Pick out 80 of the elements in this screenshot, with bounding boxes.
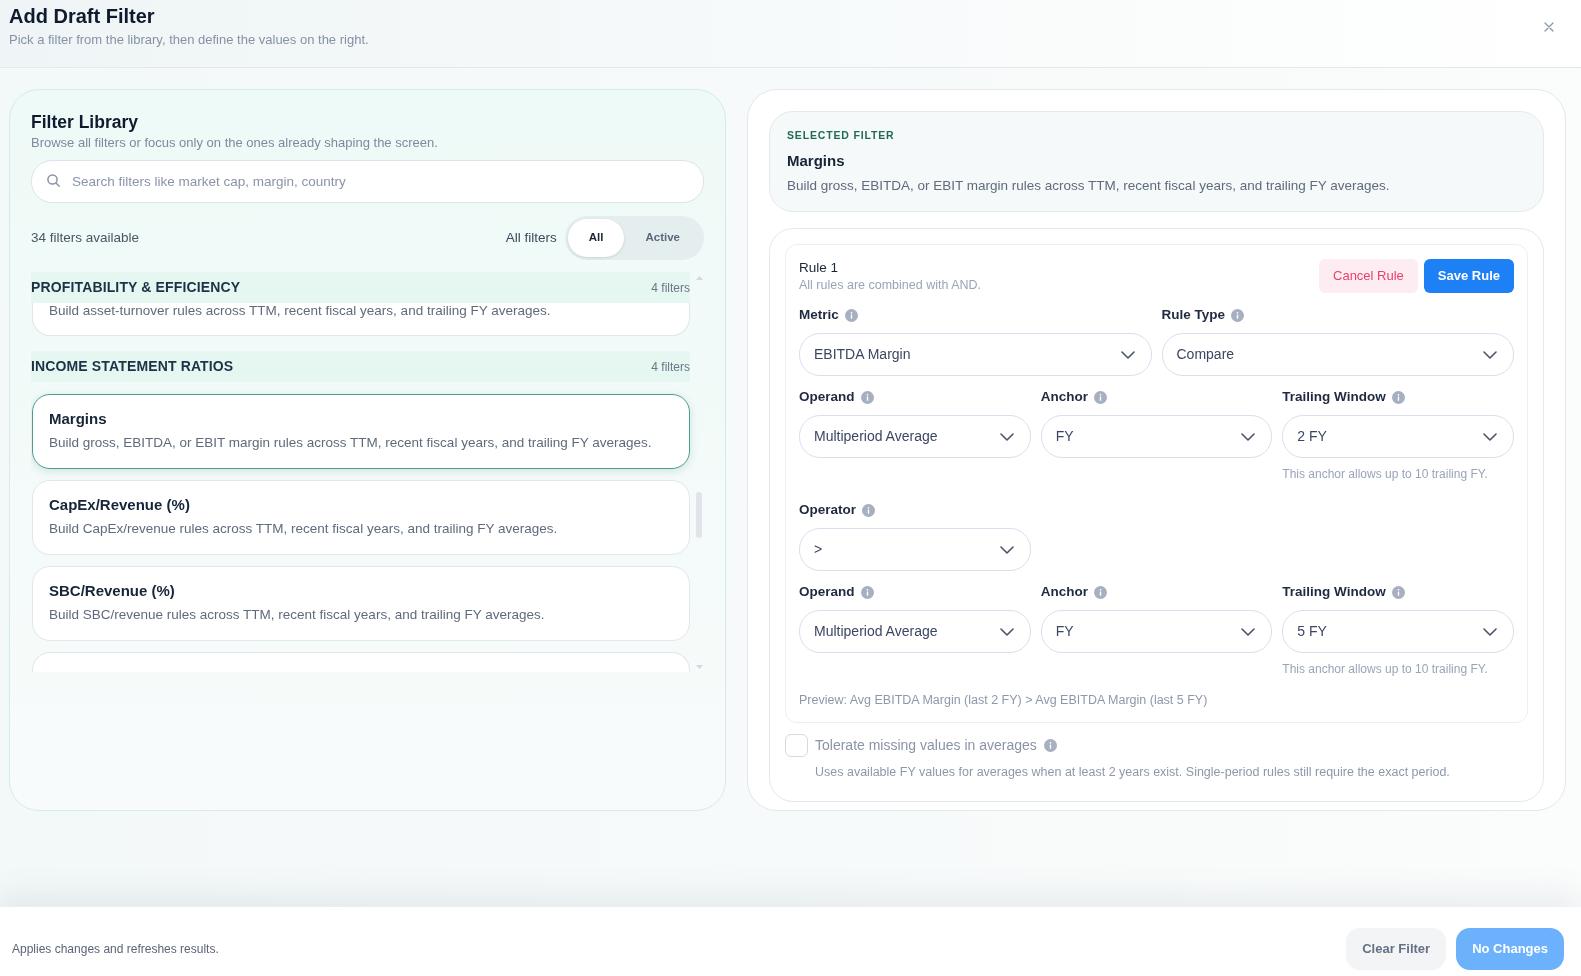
info-icon	[1231, 308, 1244, 322]
scroll-down-arrow-icon[interactable]	[695, 665, 703, 669]
rule-button[interactable]: Save Rule	[1423, 259, 1514, 293]
select-dropdown[interactable]: >	[799, 528, 1031, 571]
select-dropdown[interactable]: FY	[1040, 415, 1273, 458]
select-dropdown[interactable]: Multiperiod Average	[799, 415, 1031, 458]
scope-tab[interactable]: Active	[624, 219, 701, 257]
footer-note: Applies changes and refreshes results.	[12, 941, 219, 958]
field-label: Anchor	[1040, 390, 1088, 404]
checkbox[interactable]	[785, 734, 808, 757]
option-description: Uses available FY values for averages when at least 2 years exist. Single-period rules still require the exact period.	[814, 765, 1451, 779]
scope-tab[interactable]: All	[567, 219, 625, 257]
chevron-down-icon	[1120, 350, 1135, 359]
info-icon	[862, 503, 875, 517]
scope-label: All filters	[505, 228, 557, 247]
filter-title: CapEx/Revenue (%)	[49, 497, 191, 513]
field-hint: This anchor allows up to 10 trailing FY.	[1282, 467, 1489, 481]
option-label: Tolerate missing values in averages	[815, 736, 1037, 755]
section-title: PROFITABILITY & EFFICIENCY	[31, 278, 241, 297]
selected-filter-title: Margins	[787, 153, 846, 169]
select-dropdown[interactable]: FY	[1040, 610, 1273, 653]
filter-card[interactable]: CapEx/Revenue (%) Build CapEx/revenue rules across TTM, recent fiscal years, and trailing FY averages.	[32, 480, 690, 555]
scroll-up-arrow-icon[interactable]	[695, 276, 703, 280]
filter-description: Build CapEx/revenue rules across TTM, recent fiscal years, and trailing FY averages.	[49, 521, 559, 537]
select-dropdown[interactable]: EBITDA Margin	[799, 333, 1152, 376]
field-label: Rule Type	[1161, 308, 1225, 322]
field-label: Operator	[799, 503, 856, 517]
chevron-down-icon	[999, 627, 1014, 636]
rule-preview: Preview: Avg EBITDA Margin (last 2 FY) > Avg EBITDA Margin (last 5 FY)	[799, 693, 1209, 707]
select-dropdown[interactable]: 5 FY	[1282, 610, 1514, 653]
chevron-down-icon	[999, 545, 1014, 554]
info-icon	[1391, 585, 1405, 599]
filter-description: Build gross, EBITDA, or EBIT margin rules across TTM, recent fiscal years, and trailing FY averages.	[49, 435, 653, 451]
info-icon	[1093, 390, 1107, 404]
filter-card[interactable]: SBC/Revenue (%) Build SBC/revenue rules across TTM, recent fiscal years, and trailing FY averages.	[32, 566, 690, 641]
chevron-down-icon	[1483, 432, 1497, 441]
field-label: Operand	[799, 585, 855, 599]
panel-title: Filter Library	[31, 112, 139, 132]
rule-title: Rule 1	[799, 260, 840, 276]
selected-filter-eyebrow: SELECTED FILTER	[787, 129, 896, 141]
section-count: 4 filters	[651, 358, 690, 376]
panel-subtitle: Browse all filters or focus only on the ones already shaping the screen.	[31, 135, 439, 151]
filter-count: 34 filters available	[31, 228, 140, 247]
selected-filter-description: Build gross, EBITDA, or EBIT margin rules across TTM, recent fiscal years, and trailing FY averages.	[787, 178, 1391, 194]
field-label: Trailing Window	[1282, 585, 1386, 599]
select-dropdown[interactable]: Multiperiod Average	[799, 610, 1031, 653]
filter-card[interactable]	[32, 652, 690, 672]
section-title: INCOME STATEMENT RATIOS	[31, 357, 234, 376]
field-hint: This anchor allows up to 10 trailing FY.	[1282, 662, 1489, 676]
info-icon	[1391, 390, 1405, 404]
search-field[interactable]: Search filters like market cap, margin, country	[31, 160, 704, 203]
info-icon	[1093, 585, 1107, 599]
select-dropdown[interactable]: Compare	[1161, 333, 1514, 376]
dialog-subtitle: Pick a filter from the library, then define the values on the right.	[9, 32, 369, 48]
dialog-title: Add Draft Filter	[9, 4, 156, 28]
filter-title: SBC/Revenue (%)	[49, 583, 176, 599]
chevron-down-icon	[1483, 350, 1497, 359]
field-label: Metric	[799, 308, 839, 322]
info-icon	[844, 308, 858, 322]
filter-description: Build SBC/revenue rules across TTM, recent fiscal years, and trailing FY averages.	[49, 607, 546, 623]
filter-description: Build asset-turnover rules across TTM, recent fiscal years, and trailing FY averages.	[49, 303, 552, 318]
filter-card[interactable]: Margins Build gross, EBITDA, or EBIT margin rules across TTM, recent fiscal years, and trailing FY averages.	[32, 394, 690, 469]
field-label: Operand	[799, 390, 855, 404]
info-icon	[1043, 739, 1057, 752]
filter-title: Margins	[49, 411, 108, 427]
close-icon[interactable]	[1544, 22, 1554, 32]
section-count: 4 filters	[651, 279, 690, 297]
info-icon	[860, 390, 874, 404]
field-label: Anchor	[1040, 585, 1088, 599]
rule-subtitle: All rules are combined with AND.	[799, 278, 982, 292]
field-label: Trailing Window	[1282, 390, 1386, 404]
info-icon	[860, 585, 874, 599]
chevron-down-icon	[1483, 627, 1497, 636]
select-dropdown[interactable]: 2 FY	[1282, 415, 1514, 458]
chevron-down-icon	[1241, 432, 1256, 441]
search-icon	[47, 174, 60, 187]
action-button[interactable]: Clear Filter	[1346, 928, 1447, 970]
chevron-down-icon	[1241, 627, 1256, 636]
chevron-down-icon	[999, 432, 1014, 441]
filter-card[interactable]: Build asset-turnover rules across TTM, recent fiscal years, and trailing FY averages.	[32, 303, 690, 336]
